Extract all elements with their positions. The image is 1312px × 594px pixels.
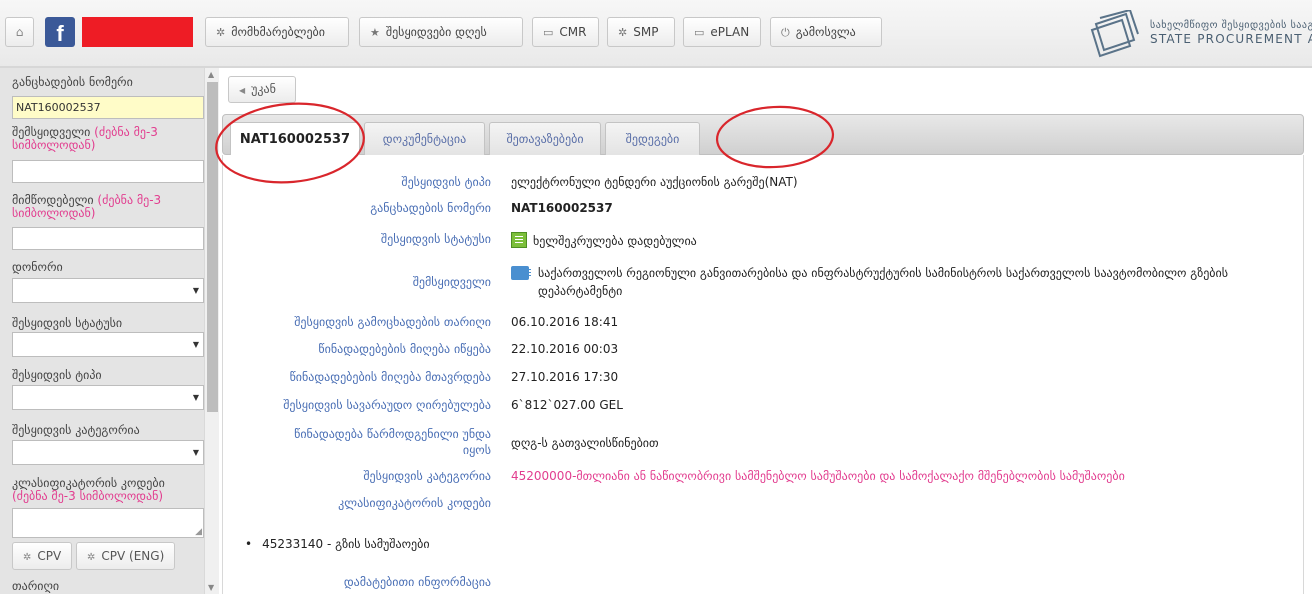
contract-status-icon: [511, 232, 527, 248]
tab-details[interactable]: NAT160002537: [230, 122, 360, 157]
cpv-list-item: • 45233140 - გზის სამუშაოები: [245, 537, 430, 551]
facebook-icon[interactable]: f: [45, 17, 75, 47]
purchase-status-label: შესყიდვის სტატუსი: [380, 232, 491, 246]
cmr-button[interactable]: ▭ CMR: [532, 17, 599, 47]
chevron-down-icon: ▼: [192, 448, 199, 457]
redacted-user-block: [82, 17, 193, 47]
sidebar-scrollbar[interactable]: ▲ ▼: [204, 68, 219, 594]
home-icon: ⌂: [15, 25, 24, 39]
scrollbar-thumb[interactable]: [207, 82, 218, 412]
search-sidebar: განცხადების ნომერი NAT160002537 შემსყიდვ…: [0, 68, 219, 594]
bullet-icon: •: [245, 537, 253, 551]
chevron-down-icon: ▼: [192, 286, 199, 295]
app-number-input[interactable]: NAT160002537: [12, 96, 204, 119]
supplier-label: მიმწოდებელი (ძებნა მე-3 სიმბოლოდან): [12, 193, 162, 220]
type-select[interactable]: ▼: [12, 385, 204, 410]
cpv-button[interactable]: ✲ CPV: [12, 542, 73, 570]
eplan-button[interactable]: ▭ ePLAN: [683, 17, 761, 47]
tab-documentation[interactable]: დოკუმენტაცია: [364, 122, 485, 156]
status-label: შესყიდვის სტატუსი: [12, 316, 123, 330]
back-button[interactable]: ◀ უკან: [228, 76, 296, 103]
additional-info-label: დამატებითი ინფორმაცია: [343, 575, 491, 589]
classifier-textarea[interactable]: ◢: [12, 508, 204, 538]
bids-end-label: წინადადებების მიღება მთავრდება: [289, 370, 491, 384]
details-panel: შესყიდვის ტიპი ელექტრონული ტენდერი აუქცი…: [222, 155, 1304, 594]
agency-name-georgian: სახელმწიფო შესყიდვების სააგე: [1150, 20, 1312, 31]
cpv-eng-button[interactable]: ✲ CPV (ENG): [76, 542, 176, 570]
classifier-codes-label: კლასიფიკატორის კოდები: [338, 496, 491, 510]
logout-button[interactable]: ⏻ გამოსვლა: [770, 17, 882, 47]
chevron-down-icon: ▼: [192, 393, 199, 402]
supplier-input[interactable]: [12, 227, 204, 250]
type-label: შესყიდვის ტიპი: [12, 368, 102, 382]
window-icon: ▭: [694, 26, 705, 39]
users-button[interactable]: ✲ მომხმარებლები: [205, 17, 349, 47]
gear-icon: ✲: [618, 26, 628, 39]
top-navigation-bar: ⌂ f ✲ მომხმარებლები ★ შესყიდვები დღეს ▭ CMR…: [0, 0, 1312, 68]
scroll-up-icon[interactable]: ▲: [208, 70, 214, 79]
purchase-type-label: შესყიდვის ტიპი: [401, 175, 491, 189]
chevron-down-icon: ▼: [192, 340, 199, 349]
today-purchases-button[interactable]: ★ შესყიდვები დღეს: [359, 17, 523, 47]
category-label: შესყიდვის კატეგორია: [363, 469, 491, 483]
donor-select[interactable]: ▼: [12, 278, 204, 303]
donor-label: დონორი: [12, 260, 63, 274]
bids-start-label: წინადადებების მიღება იწყება: [318, 342, 491, 356]
category-select[interactable]: ▼: [12, 440, 204, 465]
window-icon: ▭: [543, 26, 554, 39]
bid-vat-value: დღგ-ს გათვალისწინებით: [511, 436, 659, 450]
chevron-left-icon: ◀: [239, 86, 246, 95]
date-label: თარიღი: [12, 579, 60, 593]
category-label: შესყიდვის კატეგორია: [12, 423, 140, 437]
buyer-input[interactable]: [12, 160, 204, 183]
agency-logo-icon: [1090, 10, 1139, 58]
buyer-value[interactable]: საქართველოს რეგიონული განვითარებისა და ი…: [538, 264, 1298, 300]
purchase-type-value: ელექტრონული ტენდერი აუქციონის გარეშე(NAT…: [511, 175, 798, 189]
estimated-value: 6`812`027.00 GEL: [511, 398, 623, 412]
home-button[interactable]: ⌂: [5, 17, 34, 47]
buyer-card-icon[interactable]: [511, 266, 531, 280]
bid-vat-label-line2: იყოს: [462, 443, 491, 457]
search-hint: (ძებნა მე-3 სიმბოლოდან): [12, 489, 164, 503]
announce-date-value: 06.10.2016 18:41: [511, 315, 619, 329]
resize-grip-icon[interactable]: ◢: [195, 527, 202, 537]
buyer-label: შემსყიდველი (ძებნა მე-3 სიმბოლოდან): [12, 125, 158, 152]
tab-results[interactable]: შედეგები: [605, 122, 700, 156]
status-select[interactable]: ▼: [12, 332, 204, 357]
smp-button[interactable]: ✲ SMP: [607, 17, 675, 47]
app-number-value: NAT160002537: [511, 201, 613, 215]
power-icon: ⏻: [781, 26, 790, 39]
gear-icon: ✲: [216, 26, 226, 39]
bids-end-value: 27.10.2016 17:30: [511, 370, 619, 384]
bids-start-value: 22.10.2016 00:03: [511, 342, 619, 356]
scroll-down-icon[interactable]: ▼: [208, 583, 214, 592]
gear-icon: ✲: [23, 552, 32, 563]
bid-vat-label-line1: წინადადება წარმოდგენილი უნდა: [294, 427, 491, 441]
app-number-label: განცხადების ნომერი: [370, 201, 491, 215]
star-icon: ★: [370, 26, 380, 39]
category-value: 45200000-მთლიანი ან ნაწილობრივი სამშენებ…: [511, 469, 1125, 483]
app-number-label: განცხადების ნომერი: [12, 75, 133, 89]
announce-date-label: შესყიდვის გამოცხადების თარიღი: [294, 315, 491, 329]
gear-icon: ✲: [87, 552, 96, 563]
agency-name-english: STATE PROCUREMENT AGEN: [1150, 32, 1312, 46]
estimated-value-label: შესყიდვის სავარაუდო ღირებულება: [283, 398, 491, 412]
tab-bar: NAT160002537 დოკუმენტაცია შეთავაზებები შ…: [222, 114, 1304, 157]
tab-offers[interactable]: შეთავაზებები: [489, 122, 601, 156]
classifier-label: კლასიფიკატორის კოდები (ძებნა მე-3 სიმბოლო…: [12, 476, 165, 503]
purchase-status-value: ხელშეკრულება დადებულია: [511, 232, 697, 249]
buyer-label: შემსყიდველი: [412, 275, 491, 289]
